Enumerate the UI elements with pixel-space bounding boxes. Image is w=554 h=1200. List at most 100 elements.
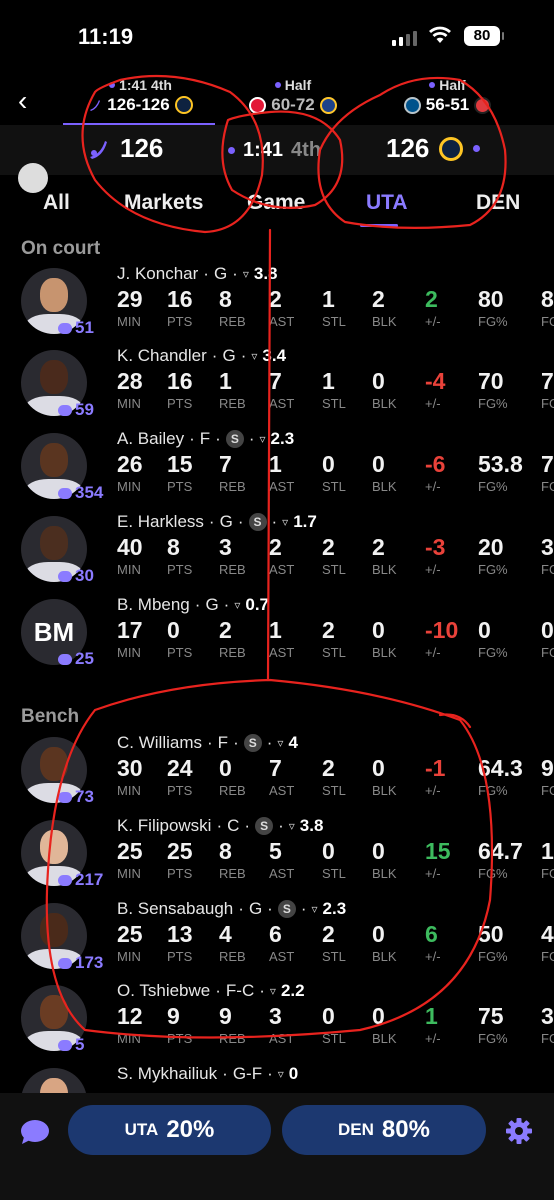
jazz-logo-icon [90,140,107,159]
live-dot-icon [228,147,235,154]
player-name: J. Konchar [117,264,199,283]
player-position: F-C [225,981,255,1000]
stat-cell: 80 FG% [478,286,548,329]
player-rating: 3.8 [253,264,278,283]
rating-triangle-icon: ▿ [282,515,289,529]
stat-cell: 53.8 FG% [478,451,548,494]
player-name-line: A. Bailey · F · S · ▿ 2.3 [117,429,295,448]
player-row[interactable]: 73 C. Williams · F · S · ▿ 4 30 MIN 24 PTS 0 REB 7 A… [0,733,554,819]
rating-triangle-icon: ▿ [311,902,318,916]
player-rating: 2.3 [322,899,347,918]
chat-bubble-icon [58,487,72,499]
rating-triangle-icon: ▿ [251,349,258,363]
section-header-bench: Bench [21,706,80,727]
rating-triangle-icon: ▿ [269,984,276,998]
chat-bubble-icon [58,570,72,582]
comment-count-badge[interactable]: 5 [58,1035,84,1055]
player-name: S. Mykhailiuk [117,1064,218,1083]
tab-game[interactable]: Game [247,191,305,215]
player-rating: 2.3 [270,429,295,448]
stat-value: 75 [478,1003,504,1029]
den-label: DEN [338,1120,374,1139]
rating-triangle-icon: ▿ [234,598,241,612]
stat-value: 53.8 [478,451,523,477]
wifi-icon [429,26,451,43]
player-row[interactable]: 5 O. Tshiebwe · F-C · ▿ 2.2 12 MIN 9 PTS 9 REB 3 A… [0,981,554,1067]
stat-label: FG [541,949,554,964]
stat-cell: 3 FG [541,1003,554,1046]
live-dot-icon [109,82,116,88]
player-name-line: C. Williams · F · S · ▿ 4 [117,733,298,752]
back-chevron-icon[interactable]: ‹ [18,85,27,117]
game-score: 56-51 [425,95,470,114]
player-row[interactable]: 30 E. Harkless · G · S · ▿ 1.7 40 MIN 8 PTS 3 REB 2… [0,512,554,598]
user-avatar[interactable] [18,163,48,193]
den-win-probability-button[interactable]: DEN 80% [282,1105,486,1155]
warriors-logo-icon [319,96,337,114]
comment-count-badge[interactable]: 30 [58,566,94,586]
stat-label: FG% [478,949,508,964]
player-position: F [217,733,229,752]
stat-label: FG% [478,1031,508,1046]
tab-den[interactable]: DEN [476,191,520,215]
player-row[interactable]: 59 K. Chandler · G · ▿ 3.4 28 MIN 16 PTS 1 REB 7 A… [0,346,554,432]
chat-bubble-icon [58,1039,72,1051]
stat-cell: 64.7 FG% [478,838,548,881]
player-name-line: J. Konchar · G · ▿ 3.8 [117,264,278,283]
game-period: 4th [291,139,322,161]
settings-gear-icon[interactable] [505,1117,533,1145]
player-position: G [213,264,228,283]
stat-value: 7 [541,368,554,394]
player-row[interactable]: 217 K. Filipowski · C · S · ▿ 3.8 25 MIN 25 PTS 8… [0,816,554,902]
comment-count-badge[interactable]: 73 [58,787,94,807]
player-name-line: S. Mykhailiuk · G-F · ▿ 0 [117,1064,299,1083]
game-tile-dal-por[interactable]: Half 56-51 [390,77,505,115]
player-name: A. Bailey [117,429,185,448]
section-header-on-court: On court [21,238,101,259]
status-bar: 11:19 80 [0,0,554,75]
comment-count-badge[interactable]: 59 [58,400,94,420]
stat-cell: 0 FG [541,617,554,660]
player-name-line: K. Filipowski · C · S · ▿ 3.8 [117,816,324,835]
nuggets-logo-icon [174,96,193,114]
player-row[interactable]: 173 B. Sensabaugh · G · S · ▿ 2.3 25 MIN 13 PTS 4… [0,899,554,985]
comment-count-badge[interactable]: 173 [58,953,103,973]
tab-uta[interactable]: UTA [360,191,408,227]
player-row[interactable]: 354 A. Bailey · F · S · ▿ 2.3 26 MIN 15 PTS 7 REB 1… [0,429,554,515]
stat-label: FG [541,479,554,494]
player-rating: 2.2 [280,981,305,1000]
game-clock: 1:41 [243,139,284,161]
player-row[interactable]: 51 J. Konchar · G · ▿ 3.8 29 MIN 16 PTS 8 REB 2 AS… [0,264,554,350]
player-rating: 0.7 [245,595,270,614]
stat-label: FG [541,562,554,577]
stat-label: FG% [478,645,508,660]
live-dot-icon [429,82,436,88]
rating-triangle-icon: ▿ [277,736,284,750]
stat-label: FG [541,396,554,411]
stat-value: 80 [478,286,504,312]
game-tile-was-gsw[interactable]: Half 60-72 [238,77,348,115]
bottom-bar: UTA 20% DEN 80% [0,1093,554,1200]
comment-count-badge[interactable]: 354 [58,483,103,503]
stat-label: FG% [478,562,508,577]
comment-count-badge[interactable]: 217 [58,870,103,890]
chat-icon[interactable] [20,1119,50,1145]
comment-count-badge[interactable]: 51 [58,318,94,338]
player-rating: 3.4 [262,346,287,365]
chat-bubble-icon [58,653,72,665]
tab-markets[interactable]: Markets [124,191,203,215]
rating-triangle-icon: ▿ [277,1067,284,1081]
game-tile-uta-den[interactable]: 1:41 4th 126-126 [63,77,215,126]
battery-icon: 80 [464,26,504,46]
player-name: C. Williams [117,733,202,752]
player-rating: 4 [288,733,298,752]
comment-count-badge[interactable]: 25 [58,649,94,669]
uta-win-probability-button[interactable]: UTA 20% [68,1105,271,1155]
player-row[interactable]: BM 25 B. Mbeng · G · ▿ 0.7 17 MIN 0 PTS 2 REB 1 AST… [0,595,554,681]
nuggets-logo-icon [439,136,464,161]
stat-label: FG [541,783,554,798]
tab-all[interactable]: All [43,191,70,215]
rating-triangle-icon: ▿ [259,432,266,446]
wizards-logo-icon [249,96,267,114]
player-rating: 1.7 [293,512,317,531]
